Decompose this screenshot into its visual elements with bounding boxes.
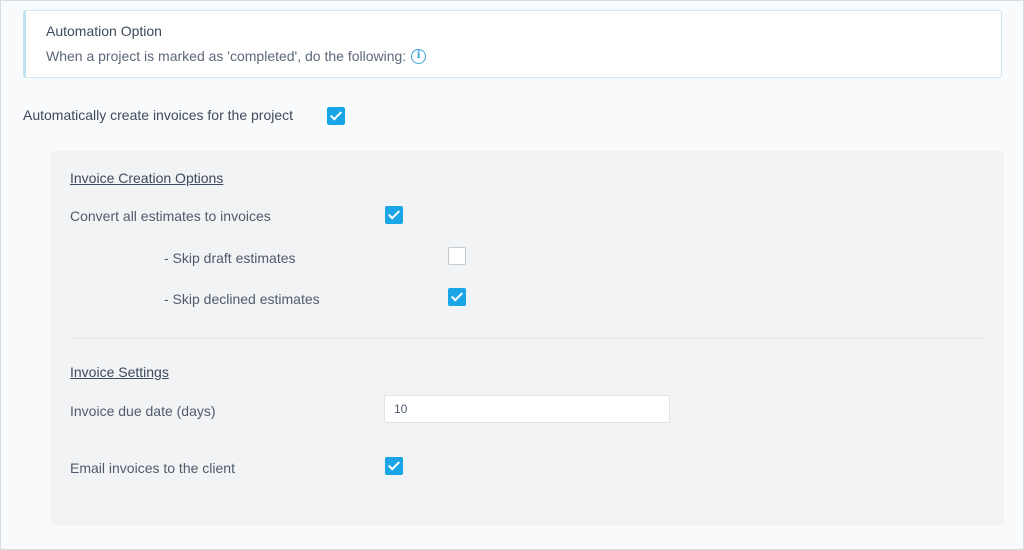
auto-create-invoices-label: Automatically create invoices for the pr… (23, 107, 294, 123)
skip-declined-label: - Skip declined estimates (164, 291, 320, 307)
email-invoices-label: Email invoices to the client (70, 460, 235, 476)
due-date-label: Invoice due date (days) (70, 403, 216, 419)
convert-estimates-label: Convert all estimates to invoices (70, 208, 271, 224)
convert-estimates-checkbox[interactable] (385, 206, 403, 224)
skip-draft-label: - Skip draft estimates (164, 250, 296, 266)
email-invoices-checkbox[interactable] (385, 457, 403, 475)
automation-title: Automation Option (46, 23, 162, 39)
invoice-creation-heading: Invoice Creation Options (70, 170, 224, 186)
automation-description-row: When a project is marked as 'completed',… (46, 48, 427, 64)
due-date-input[interactable] (384, 395, 670, 423)
automation-description: When a project is marked as 'completed',… (46, 48, 407, 64)
section-divider (70, 338, 985, 339)
automation-info-box: Automation Option When a project is mark… (23, 10, 1002, 78)
info-circle-icon[interactable]: i (411, 48, 427, 64)
auto-create-invoices-checkbox[interactable] (327, 107, 345, 125)
invoice-settings-heading: Invoice Settings (70, 364, 169, 380)
skip-draft-checkbox[interactable] (448, 247, 466, 265)
skip-declined-checkbox[interactable] (448, 288, 466, 306)
